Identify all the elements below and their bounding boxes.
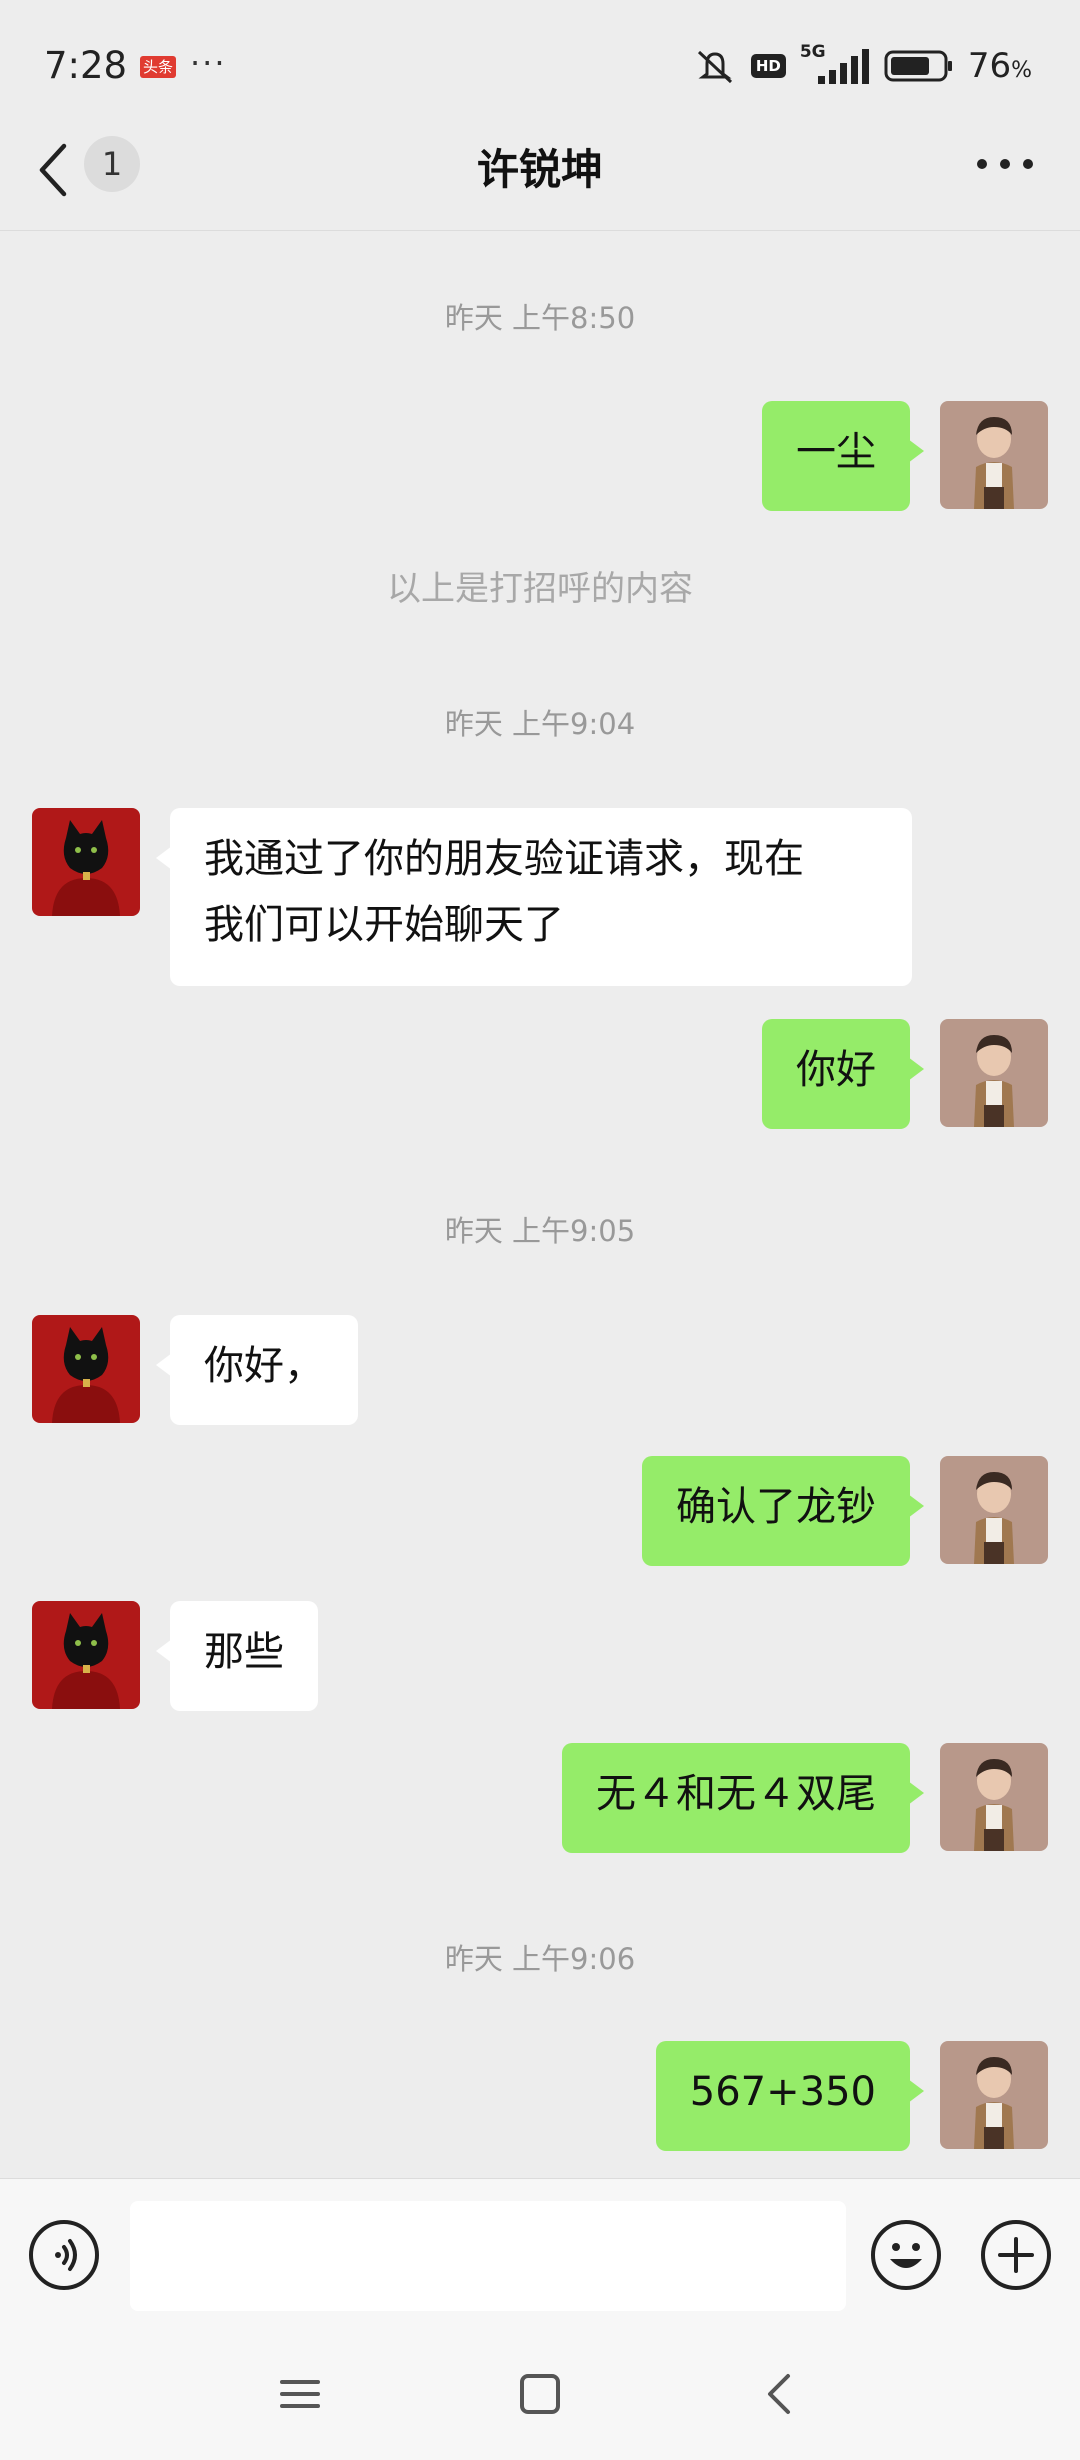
back-nav-icon — [768, 2374, 790, 2414]
plus-icon — [981, 2220, 1051, 2290]
home-icon — [520, 2374, 560, 2414]
message-text-line: 我们可以开始聊天了 — [204, 902, 564, 948]
message-bubble-sent[interactable]: 一尘 — [762, 401, 924, 511]
my-avatar[interactable] — [940, 1456, 1048, 1564]
my-avatar[interactable] — [940, 2041, 1048, 2149]
my-avatar[interactable] — [940, 401, 1048, 509]
page-title: 许锐坤 — [476, 145, 603, 194]
boy-avatar-icon — [940, 2041, 1048, 2149]
black-cat-avatar-icon — [32, 1315, 140, 1423]
message-bubble-received[interactable]: 你好， — [156, 1315, 358, 1425]
boy-avatar-icon — [940, 1456, 1048, 1564]
signal-icon — [817, 49, 869, 84]
input-bar — [0, 2178, 1080, 2327]
recent-apps-button[interactable] — [270, 2364, 330, 2424]
contact-avatar[interactable] — [32, 1315, 140, 1423]
battery-icon — [884, 50, 952, 82]
status-right-group: HD 5G 76% — [693, 42, 1032, 88]
boy-avatar-icon — [940, 1743, 1048, 1851]
contact-avatar[interactable] — [32, 808, 140, 916]
message-input[interactable] — [130, 2201, 846, 2311]
status-more-dots: ··· — [190, 44, 227, 82]
message-bubble-received[interactable]: 我通过了你的朋友验证请求，现在 我们可以开始聊天了 — [156, 808, 912, 986]
hd-icon: HD — [750, 54, 786, 78]
menu-icon — [280, 2380, 320, 2408]
voice-icon — [29, 2220, 99, 2290]
back-nav-button[interactable] — [750, 2364, 810, 2424]
message-text-line: 我通过了你的朋友验证请求，现在 — [204, 836, 804, 882]
emoji-button[interactable] — [870, 2219, 942, 2291]
status-time: 7:28 — [44, 44, 128, 87]
black-cat-avatar-icon — [32, 1601, 140, 1709]
timestamp: 昨天 上午8:50 — [444, 301, 636, 335]
my-avatar[interactable] — [940, 1019, 1048, 1127]
battery-percent: 76% — [968, 46, 1032, 86]
message-bubble-sent[interactable]: 确认了龙钞 — [642, 1456, 924, 1566]
more-dots-icon — [977, 159, 1033, 169]
message-bubble-sent[interactable]: 567+350 — [655, 2041, 925, 2151]
chat-area[interactable]: 昨天 上午8:50 一尘 以上是打招呼的内容 昨天 上午9:04 我通过了你的朋… — [0, 231, 1080, 2178]
contact-avatar[interactable] — [32, 1601, 140, 1709]
voice-button[interactable] — [28, 2219, 100, 2291]
system-nav-bar — [0, 2326, 1080, 2460]
message-bubble-sent[interactable]: 无４和无４双尾 — [562, 1743, 924, 1853]
message-bubble-sent[interactable]: 你好 — [762, 1019, 924, 1129]
boy-avatar-icon — [940, 401, 1048, 509]
black-cat-avatar-icon — [32, 808, 140, 916]
battery-percent-unit: % — [1011, 58, 1032, 83]
timestamp: 昨天 上午9:06 — [444, 1942, 636, 1976]
toutiao-badge-icon: 头条 — [140, 56, 176, 78]
message-bubble-received[interactable]: 那些 — [156, 1601, 318, 1711]
my-avatar[interactable] — [940, 1743, 1048, 1851]
chat-header: 1 许锐坤 — [0, 110, 1080, 230]
emoji-icon — [871, 2220, 941, 2290]
timestamp: 昨天 上午9:05 — [444, 1214, 636, 1248]
more-options-button[interactable] — [970, 134, 1040, 194]
signal-group: 5G — [800, 42, 870, 86]
timestamp: 昨天 上午9:04 — [444, 707, 636, 741]
more-actions-button[interactable] — [980, 2219, 1052, 2291]
greeting-notice: 以上是打招呼的内容 — [387, 569, 693, 609]
home-button[interactable] — [510, 2364, 570, 2424]
boy-avatar-icon — [940, 1019, 1048, 1127]
battery-percent-value: 76 — [967, 46, 1012, 86]
mute-icon — [697, 50, 732, 84]
